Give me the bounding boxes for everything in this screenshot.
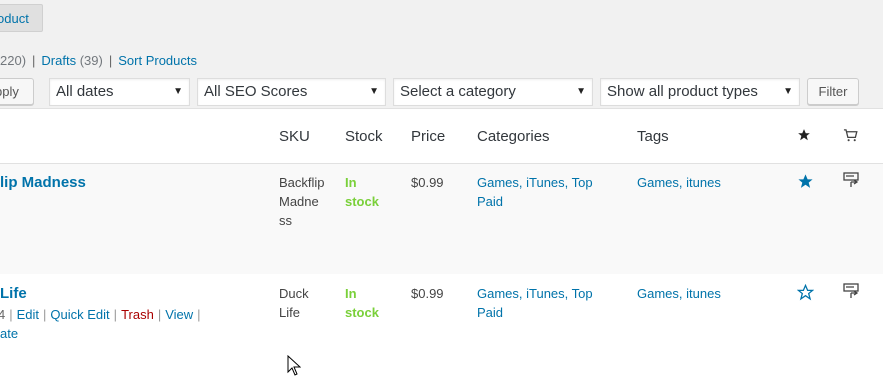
dropdown-arrow-icon: ▼ — [576, 86, 586, 97]
tags-cell: Games, itunes — [637, 284, 721, 303]
category-links[interactable]: Games, iTunes, Top — [477, 286, 593, 301]
column-stock: Stock — [345, 128, 383, 145]
sku-line: Backflip — [279, 175, 325, 190]
category-links[interactable]: Games, iTunes, Top — [477, 175, 593, 190]
separator: | — [197, 307, 201, 322]
product-id: 4 — [0, 307, 6, 322]
table-row: Life 4 | Edit | Quick Edit | Trash | View | ate D… — [0, 274, 883, 382]
stock-line: In — [345, 175, 357, 190]
stock-status: In stock — [345, 284, 379, 322]
star-filled-icon[interactable] — [797, 173, 814, 190]
sku-line: ss — [279, 213, 292, 228]
separator: | — [157, 307, 162, 322]
star-outline-icon[interactable] — [797, 284, 814, 301]
stock-line: stock — [345, 305, 379, 320]
stock-line: stock — [345, 194, 379, 209]
mouse-cursor-icon — [287, 354, 302, 379]
column-categories: Categories — [477, 128, 550, 145]
product-type-select-value: Show all product types — [607, 83, 758, 100]
dropdown-arrow-icon: ▼ — [783, 86, 793, 97]
category-link[interactable]: Paid — [477, 194, 503, 209]
quick-edit-link[interactable]: Quick Edit — [50, 307, 109, 322]
column-sku[interactable]: SKU — [279, 128, 310, 145]
stock-line: In — [345, 286, 357, 301]
column-tags: Tags — [637, 128, 669, 145]
price-cell: $0.99 — [411, 286, 444, 301]
categories-cell: Games, iTunes, Top Paid — [477, 284, 593, 322]
tag-links[interactable]: Games, itunes — [637, 286, 721, 301]
sort-products-link[interactable]: Sort Products — [118, 53, 197, 68]
sku-line: Duck — [279, 286, 309, 301]
bulk-apply-button[interactable]: pply — [0, 78, 34, 105]
category-link[interactable]: Paid — [477, 305, 503, 320]
products-table: SKU Stock Price Categories Tags lip Madn… — [0, 108, 883, 382]
product-title-link[interactable]: lip Madness — [0, 173, 86, 192]
product-title-link[interactable]: Life — [0, 284, 27, 303]
category-select-value: Select a category — [400, 83, 516, 100]
sku-line: Madne — [279, 194, 319, 209]
drafts-count: (39) — [79, 53, 103, 68]
seo-score-select[interactable]: All SEO Scores ▼ — [197, 78, 386, 106]
separator: | — [43, 307, 47, 322]
cart-icon[interactable] — [843, 128, 858, 143]
table-header: SKU Stock Price Categories Tags — [0, 109, 883, 164]
dates-select[interactable]: All dates ▼ — [49, 78, 190, 106]
status-filter-links: 220) | Drafts (39) | Sort Products — [0, 53, 197, 68]
column-price[interactable]: Price — [411, 128, 445, 145]
star-filled-icon[interactable] — [797, 128, 811, 142]
row-actions: 4 | Edit | Quick Edit | Trash | View | — [0, 305, 205, 324]
duplicate-link[interactable]: ate — [0, 324, 18, 343]
category-select[interactable]: Select a category ▼ — [393, 78, 593, 106]
seo-select-value: All SEO Scores — [204, 83, 308, 100]
categories-cell: Games, iTunes, Top Paid — [477, 173, 593, 211]
dropdown-arrow-icon: ▼ — [173, 86, 183, 97]
dates-select-value: All dates — [56, 83, 114, 100]
stock-status: In stock — [345, 173, 379, 211]
sku-cell: Duck Life — [279, 284, 309, 322]
tags-cell: Games, itunes — [637, 173, 721, 192]
external-product-icon — [843, 283, 859, 299]
tag-links[interactable]: Games, itunes — [637, 175, 721, 190]
separator: | — [113, 307, 118, 322]
trash-link[interactable]: Trash — [121, 307, 154, 322]
price-cell: $0.99 — [411, 175, 444, 190]
add-product-button[interactable]: oduct — [0, 4, 43, 32]
table-row: lip Madness Backflip Madne ss In stock $… — [0, 164, 883, 274]
separator: | — [32, 53, 36, 68]
sku-cell: Backflip Madne ss — [279, 173, 325, 230]
separator: | — [108, 53, 113, 68]
view-link[interactable]: View — [165, 307, 193, 322]
external-product-icon — [843, 172, 859, 188]
sku-line: Life — [279, 305, 300, 320]
all-count: 220) — [0, 53, 27, 68]
filter-button[interactable]: Filter — [807, 78, 859, 105]
dropdown-arrow-icon: ▼ — [369, 86, 379, 97]
edit-link[interactable]: Edit — [17, 307, 39, 322]
separator: | — [9, 307, 13, 322]
drafts-link[interactable]: Drafts — [41, 53, 76, 68]
product-type-select[interactable]: Show all product types ▼ — [600, 78, 800, 106]
